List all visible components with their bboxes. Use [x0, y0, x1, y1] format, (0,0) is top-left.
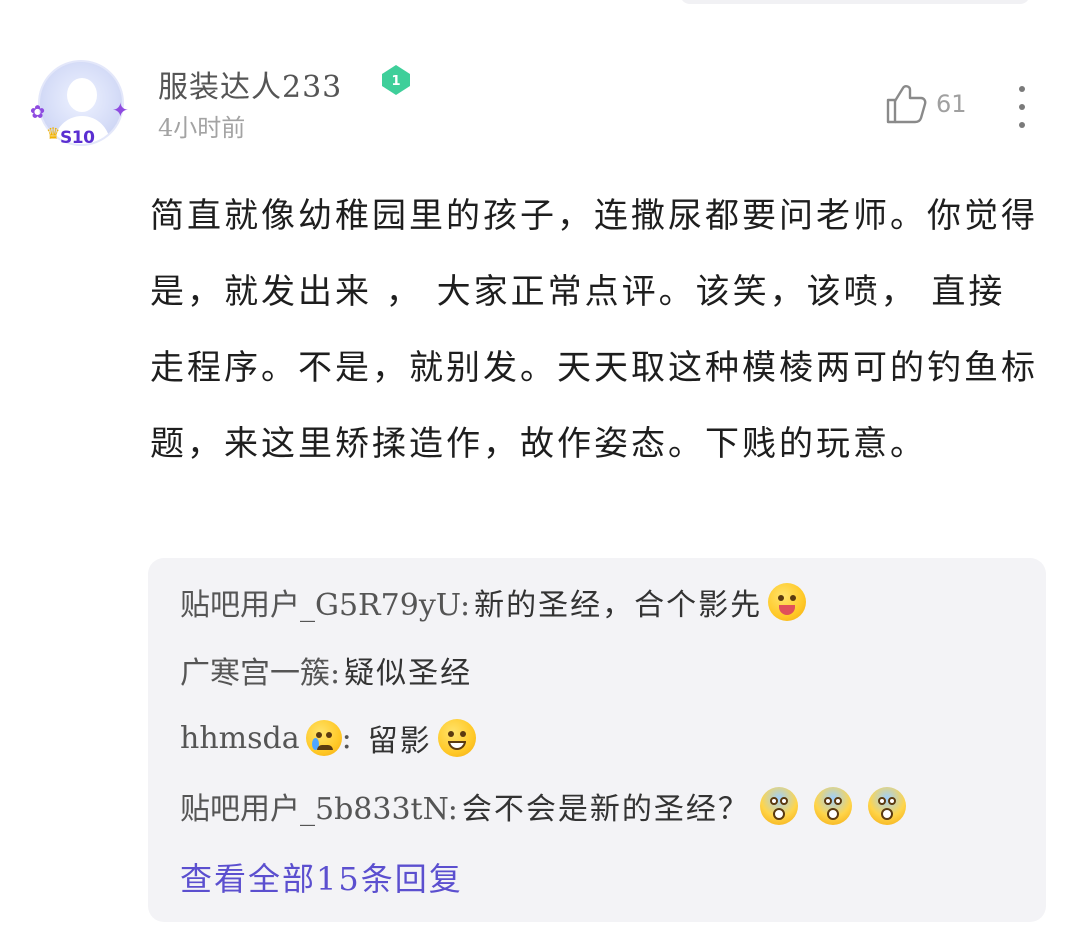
- trophy-ornament-icon: ♛: [46, 124, 61, 143]
- scared-face-icon: [813, 787, 852, 825]
- reply-author-colon: :: [341, 720, 352, 756]
- post-time: 4小时前: [158, 114, 246, 142]
- reply-author[interactable]: 贴吧用户_5b833tN:: [180, 784, 458, 828]
- like-count: 61: [936, 90, 967, 118]
- level-badge-icon: 1: [382, 65, 410, 95]
- view-all-replies-link[interactable]: 查看全部15条回复: [180, 854, 463, 900]
- reply-item[interactable]: 贴吧用户_5b833tN: 会不会是新的圣经？: [180, 784, 906, 828]
- avatar-frame-ornament-left-icon: ✿: [30, 102, 46, 123]
- avatar[interactable]: ✿ ✦ ♛ S10: [30, 58, 134, 152]
- username[interactable]: 服装达人233: [158, 62, 342, 106]
- top-edge-panel: [680, 0, 1030, 4]
- replies-panel[interactable]: 贴吧用户_G5R79yU: 新的圣经，合个影先 广寒宫一簇: 疑似圣经 hhms…: [148, 558, 1046, 922]
- reply-text: 疑似圣经: [344, 656, 473, 691]
- reply-author[interactable]: 贴吧用户_G5R79yU:: [180, 580, 470, 624]
- tongue-face-icon: [768, 583, 807, 621]
- gamepad-ornament-icon: ✦: [112, 98, 129, 122]
- crying-face-icon: [305, 720, 342, 756]
- reply-item[interactable]: hhmsda : 留影: [180, 716, 476, 760]
- reply-item[interactable]: 广寒宫一簇: 疑似圣经: [180, 648, 472, 692]
- avatar-season-badge: S10: [60, 128, 95, 148]
- avatar-head-shape: [67, 78, 97, 112]
- like-button[interactable]: 61: [884, 82, 967, 126]
- more-options-icon[interactable]: [1012, 86, 1032, 128]
- reply-item[interactable]: 贴吧用户_G5R79yU: 新的圣经，合个影先: [180, 580, 807, 624]
- reply-text: 会不会是新的圣经？: [461, 792, 750, 827]
- scared-face-icon: [867, 787, 906, 825]
- reply-text: 新的圣经，合个影先: [474, 588, 763, 623]
- post-content: 简直就像幼稚园里的孩子，连撒尿都要问老师。你觉得是，就发出来 ， 大家正常点评。…: [150, 196, 1038, 464]
- reply-text: 留影: [367, 724, 432, 759]
- reply-author[interactable]: hhmsda: [180, 721, 300, 756]
- reply-author[interactable]: 广寒宫一簇:: [180, 648, 340, 692]
- level-number: 1: [391, 74, 400, 89]
- thumbs-up-icon: [886, 85, 927, 124]
- grinning-face-icon: [437, 719, 476, 757]
- scared-face-icon: [759, 787, 798, 825]
